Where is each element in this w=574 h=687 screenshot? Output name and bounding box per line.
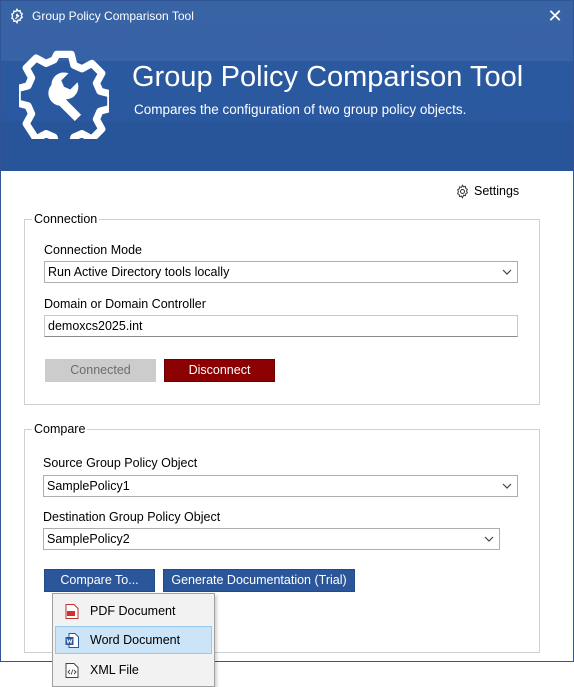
domain-value: demoxcs2025.int: [48, 319, 143, 333]
compare-to-button[interactable]: Compare To...: [44, 569, 155, 592]
domain-input[interactable]: demoxcs2025.int: [44, 315, 518, 337]
connection-mode-select[interactable]: Run Active Directory tools locally: [44, 261, 518, 283]
connection-mode-value: Run Active Directory tools locally: [48, 265, 230, 279]
pdf-icon: [65, 604, 79, 619]
app-heading: Group Policy Comparison Tool: [132, 61, 524, 93]
menu-item-label: PDF Document: [90, 604, 176, 618]
source-gpo-value: SamplePolicy1: [47, 479, 130, 493]
connection-group-label: Connection: [32, 212, 100, 226]
settings-label: Settings: [474, 184, 520, 198]
destination-gpo-value: SamplePolicy2: [47, 532, 130, 546]
disconnect-button[interactable]: Disconnect: [164, 359, 275, 382]
connected-button[interactable]: Connected: [45, 359, 156, 382]
domain-label: Domain or Domain Controller: [44, 297, 206, 311]
chevron-down-icon: [502, 483, 512, 489]
compare-group-label: Compare: [32, 422, 88, 436]
chevron-down-icon: [484, 536, 494, 542]
word-icon: [65, 633, 79, 648]
menu-item-xml[interactable]: XML File: [55, 656, 212, 684]
title-bar: Group Policy Comparison Tool ✕: [1, 1, 573, 33]
close-button[interactable]: ✕: [543, 5, 567, 29]
connection-mode-label: Connection Mode: [44, 243, 142, 257]
source-gpo-label: Source Group Policy Object: [43, 456, 198, 470]
window-title: Group Policy Comparison Tool: [32, 9, 194, 23]
close-icon: ✕: [547, 6, 563, 26]
app-window: Group Policy Comparison Tool ✕ Group Pol…: [0, 0, 574, 662]
header-banner: Group Policy Comparison Tool ✕ Group Pol…: [1, 1, 573, 171]
app-subtitle: Compares the configuration of two group …: [134, 102, 467, 117]
compare-to-menu: PDF Document Word Document XML File: [52, 593, 215, 687]
settings-link[interactable]: Settings: [455, 182, 519, 200]
menu-item-label: Word Document: [90, 633, 181, 647]
menu-item-label: XML File: [90, 663, 139, 677]
generate-documentation-button[interactable]: Generate Documentation (Trial): [163, 569, 355, 592]
gear-icon: [10, 8, 24, 24]
xml-file-icon: [65, 663, 79, 678]
menu-item-pdf[interactable]: PDF Document: [55, 597, 212, 625]
menu-item-word[interactable]: Word Document: [55, 626, 212, 654]
destination-gpo-label: Destination Group Policy Object: [43, 510, 221, 524]
gear-wrench-icon: [19, 50, 109, 139]
destination-gpo-select[interactable]: SamplePolicy2: [43, 528, 500, 550]
chevron-down-icon: [502, 269, 512, 275]
source-gpo-select[interactable]: SamplePolicy1: [43, 475, 518, 497]
gear-icon: [456, 183, 469, 199]
